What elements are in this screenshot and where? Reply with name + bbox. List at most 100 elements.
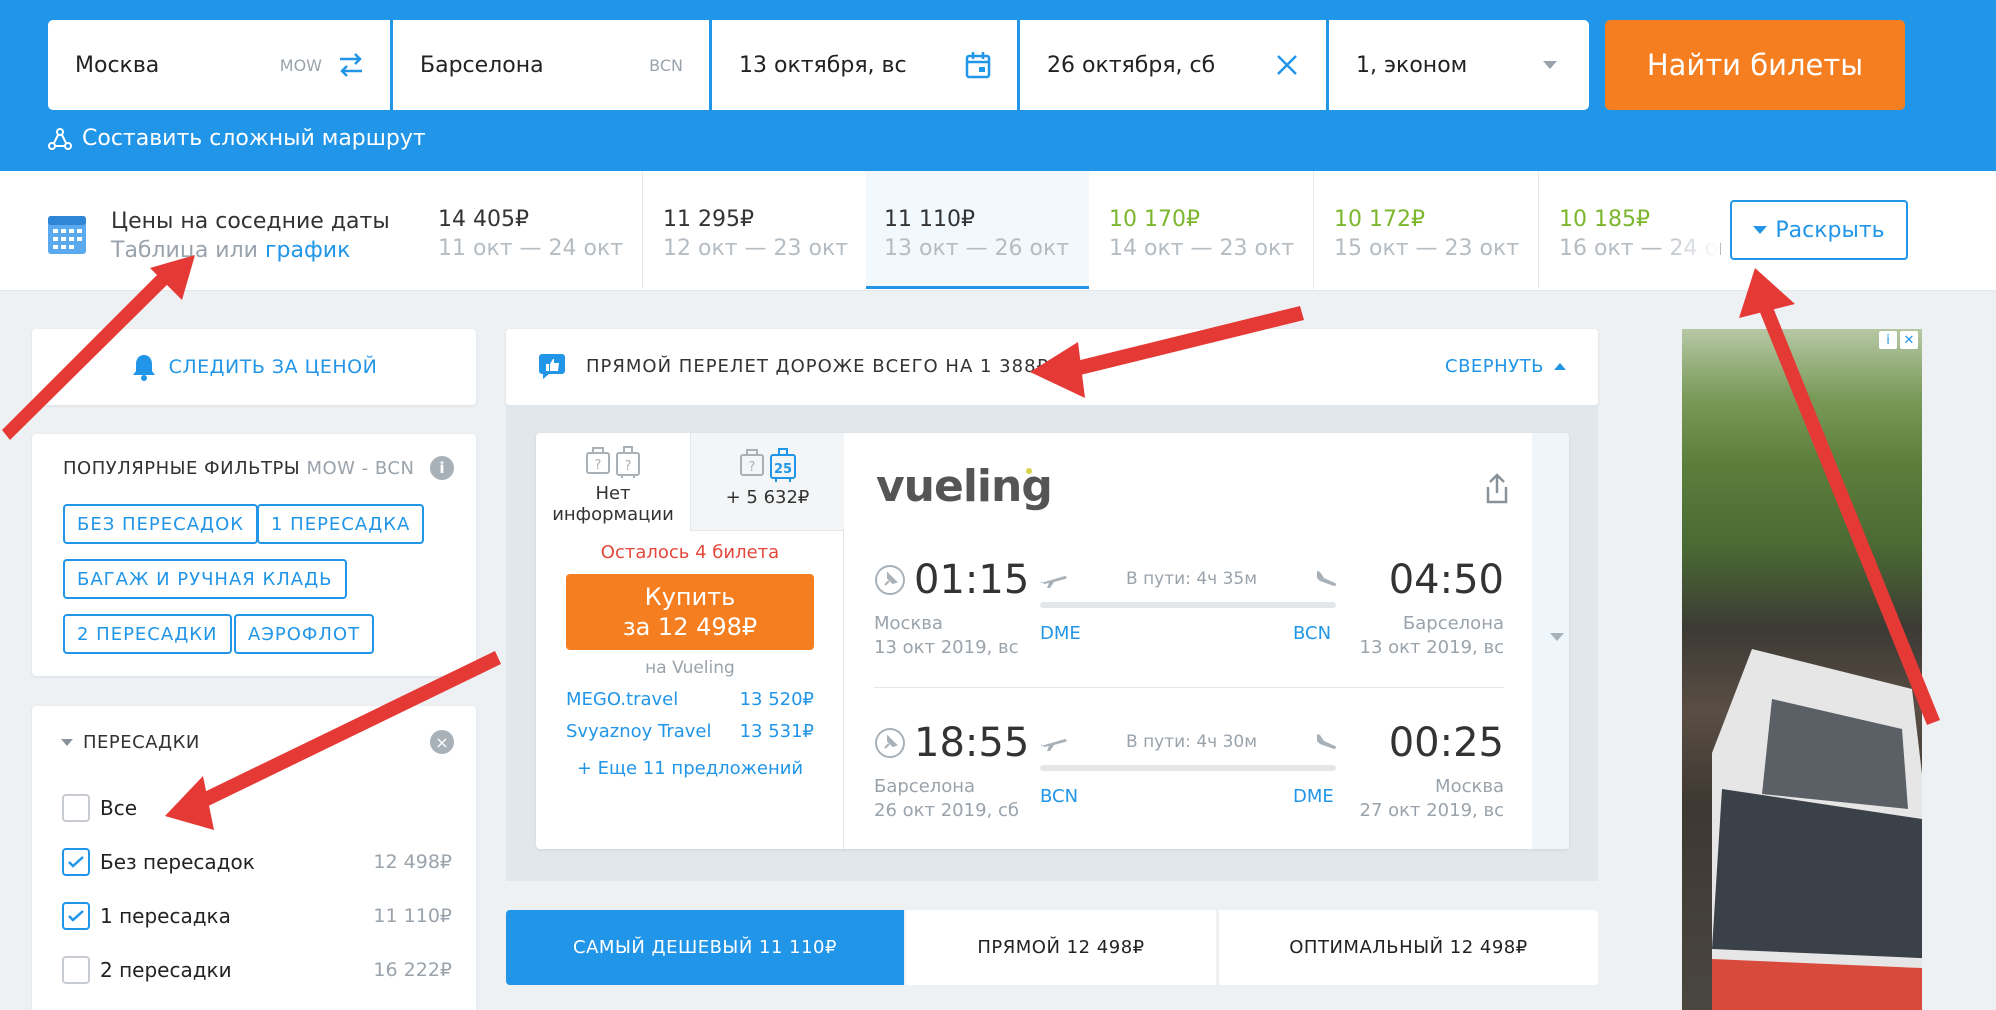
- watch-price-button[interactable]: СЛЕДИТЬ ЗА ЦЕНОЙ: [32, 329, 476, 405]
- calendar-grid-icon: [47, 213, 87, 259]
- filter-chip-nonstop[interactable]: БЕЗ ПЕРЕСАДОК: [63, 504, 259, 544]
- departure-airport[interactable]: BCN: [1040, 786, 1078, 807]
- stops-filter-toggle[interactable]: ПЕРЕСАДКИ: [61, 732, 200, 753]
- sort-tab-label: ПРЯМОЙ: [977, 937, 1061, 958]
- popular-filters-route: MOW - BCN: [306, 458, 415, 479]
- ticket-card[interactable]: ? ? Нет информации ? 25 + 5 632₽ Осталос…: [536, 433, 1569, 849]
- passengers-value: 1, эконом: [1356, 52, 1468, 78]
- handbag-unknown-icon: ?: [739, 449, 764, 476]
- complex-route-link[interactable]: Составить сложный маршрут: [48, 126, 426, 151]
- checkbox-checked[interactable]: [62, 902, 90, 930]
- filter-chip-baggage[interactable]: БАГАЖ И РУЧНАЯ КЛАДЬ: [63, 559, 347, 599]
- arrival-city: Барселона: [1402, 613, 1504, 634]
- date-option-selected[interactable]: 11 110₽ 13 окт — 26 окт: [866, 171, 1089, 289]
- collapse-button[interactable]: СВЕРНУТЬ: [1445, 356, 1566, 377]
- date-option[interactable]: 10 170₽ 14 окт — 23 окт: [1091, 171, 1314, 289]
- chart-view-link[interactable]: график: [265, 238, 350, 263]
- date-option-price: 14 405₽: [438, 207, 529, 232]
- clear-filter-icon[interactable]: ×: [430, 730, 454, 754]
- stops-option-price: 11 110₽: [373, 905, 452, 927]
- share-icon[interactable]: [1484, 473, 1510, 509]
- pin-icon[interactable]: [874, 727, 906, 759]
- checkbox[interactable]: [62, 956, 90, 984]
- find-tickets-button[interactable]: Найти билеты: [1605, 20, 1905, 110]
- pin-icon[interactable]: [874, 564, 906, 596]
- svg-text:?: ?: [595, 458, 602, 473]
- sort-tab-cheapest[interactable]: САМЫЙ ДЕШЕВЫЙ 11 110₽: [506, 910, 904, 985]
- arrival-time: 04:50: [1388, 557, 1504, 603]
- departure-time-wrap: 01:15: [874, 557, 1029, 603]
- passengers-field[interactable]: 1, эконом: [1329, 20, 1589, 110]
- buy-button[interactable]: Купить за 12 498₽: [566, 574, 814, 650]
- more-offers-link[interactable]: + Еще 11 предложений: [536, 758, 844, 779]
- clear-date-icon[interactable]: [1270, 48, 1304, 82]
- filter-chip-one-stop[interactable]: 1 ПЕРЕСАДКА: [257, 504, 425, 544]
- stops-filter-title: ПЕРЕСАДКИ: [83, 732, 200, 753]
- table-view-link[interactable]: Таблица: [111, 238, 208, 263]
- departure-time: 01:15: [914, 557, 1030, 603]
- ticket-expand-strip[interactable]: [1532, 433, 1569, 849]
- baggage-tab-no-info[interactable]: ? ? Нет информации: [536, 433, 690, 531]
- train-image: [1712, 649, 1922, 1010]
- expand-label: Раскрыть: [1775, 217, 1885, 243]
- baggage-unknown-icons: ? ?: [536, 445, 690, 479]
- stops-option-two-stops[interactable]: 2 пересадки 16 222₽: [62, 955, 452, 985]
- flight-duration: В пути: 4ч 35м: [1126, 569, 1258, 589]
- caret-up-icon: [1554, 363, 1566, 370]
- sort-tab-direct[interactable]: ПРЯМОЙ 12 498₽: [906, 910, 1216, 985]
- adchoices-icon[interactable]: i: [1879, 331, 1897, 349]
- nearby-dates-view-switch: Таблица или график: [111, 238, 350, 263]
- stops-option-all[interactable]: Все: [62, 793, 452, 823]
- stops-option-nonstop[interactable]: Без пересадок 12 498₽: [62, 847, 452, 877]
- arrival-city: Москва: [1435, 776, 1504, 797]
- destination-value: Барселона: [420, 52, 544, 78]
- filter-chip-two-stops[interactable]: 2 ПЕРЕСАДКИ: [63, 614, 232, 654]
- sort-tab-price: 12 498₽: [1066, 937, 1145, 958]
- destination-field[interactable]: Барселона BCN: [393, 20, 709, 110]
- banner-text: ПРЯМОЙ ПЕРЕЛЕТ ДОРОЖЕ ВСЕГО НА 1 388₽: [586, 356, 1049, 377]
- date-option[interactable]: 11 295₽ 12 окт — 23 окт: [645, 171, 868, 289]
- depart-date-field[interactable]: 13 октября, вс: [712, 20, 1017, 110]
- arrival-airport[interactable]: DME: [1293, 786, 1334, 807]
- advertisement[interactable]: i ✕: [1682, 329, 1922, 1010]
- checkbox[interactable]: [62, 794, 90, 822]
- flight-details-pane: vueling 01:15 В пути: 4ч 35м 04:50 Москв…: [844, 433, 1532, 849]
- sort-tab-optimal[interactable]: ОПТИМАЛЬНЫЙ 12 498₽: [1219, 910, 1598, 985]
- svg-text:?: ?: [748, 460, 755, 475]
- segment-divider: [874, 687, 1504, 688]
- buy-button-label: Купить: [644, 583, 736, 611]
- complex-route-label: Составить сложный маршрут: [82, 126, 426, 151]
- swap-icon[interactable]: [334, 48, 368, 82]
- handbag-unknown-icon: ?: [586, 447, 610, 474]
- return-date-field[interactable]: 26 октября, сб: [1020, 20, 1326, 110]
- collapse-label: СВЕРНУТЬ: [1445, 356, 1544, 377]
- calendar-icon[interactable]: [961, 48, 995, 82]
- checkbox-checked[interactable]: [62, 848, 90, 876]
- landing-icon: [1314, 569, 1340, 595]
- tickets-left: Осталось 4 билета: [600, 542, 780, 563]
- stops-option-one-stop[interactable]: 1 пересадка 11 110₽: [62, 901, 452, 931]
- chevron-down-icon[interactable]: [1550, 633, 1564, 641]
- baggage-tab-with-bag[interactable]: ? 25 + 5 632₽: [690, 433, 844, 531]
- caret-down-icon: [1753, 226, 1768, 234]
- origin-field[interactable]: Москва MOW: [48, 20, 390, 110]
- ticket-buy-pane: ? ? Нет информации ? 25 + 5 632₽ Осталос…: [536, 433, 844, 849]
- agency-price: 13 531₽: [739, 721, 814, 742]
- ad-close-icon[interactable]: ✕: [1900, 331, 1918, 349]
- origin-value: Москва: [75, 52, 160, 78]
- departure-airport[interactable]: DME: [1040, 623, 1081, 644]
- arrival-time: 00:25: [1388, 720, 1504, 766]
- search-header: Москва MOW Барселона BCN 13 октября, вс …: [0, 0, 1996, 171]
- arrival-airport[interactable]: BCN: [1293, 623, 1331, 644]
- direct-flight-banner: ПРЯМОЙ ПЕРЕЛЕТ ДОРОЖЕ ВСЕГО НА 1 388₽ СВ…: [506, 329, 1598, 405]
- date-option[interactable]: 10 172₽ 15 окт — 23 окт: [1316, 171, 1539, 289]
- date-option-dates: 14 окт — 23 окт: [1109, 236, 1295, 261]
- airline-logo-dot: [1026, 468, 1032, 474]
- date-option[interactable]: 14 405₽ 11 окт — 24 окт: [420, 171, 643, 289]
- expand-dates-button[interactable]: Раскрыть: [1730, 200, 1908, 260]
- agency-offer[interactable]: MEGO.travel 13 520₽: [566, 689, 814, 710]
- caret-down-icon: [61, 739, 73, 746]
- info-icon[interactable]: i: [430, 456, 454, 480]
- filter-chip-aeroflot[interactable]: АЭРОФЛОТ: [234, 614, 375, 654]
- agency-offer[interactable]: Svyaznoy Travel 13 531₽: [566, 721, 814, 742]
